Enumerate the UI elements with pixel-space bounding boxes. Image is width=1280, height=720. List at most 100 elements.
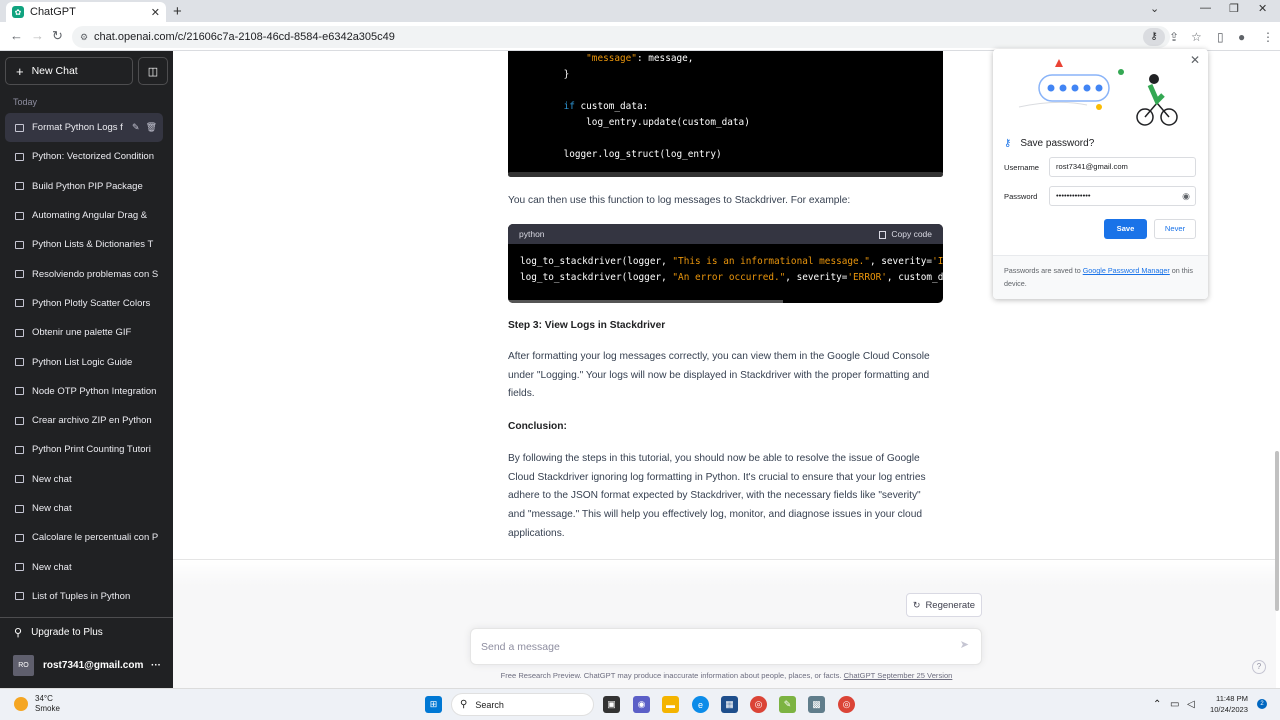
upgrade-to-plus-button[interactable]: ⚲ Upgrade to Plus	[0, 617, 173, 647]
code-horizontal-scrollbar[interactable]	[508, 172, 943, 177]
windows-start-icon[interactable]: ⊞	[425, 696, 442, 713]
chrome-icon[interactable]: ◎	[750, 696, 767, 713]
site-info-icon[interactable]: ⚙	[80, 26, 88, 48]
save-button[interactable]: Save	[1104, 219, 1147, 239]
disclaimer-text: Free Research Preview. ChatGPT may produ…	[500, 671, 844, 680]
maximize-button[interactable]: ❐	[1229, 2, 1239, 15]
sidebar-chat-item[interactable]: Resolviendo problemas con S	[5, 259, 163, 288]
sidebar-chat-item[interactable]: Python: Vectorized Condition	[5, 142, 163, 171]
notification-badge[interactable]: 2	[1257, 699, 1267, 709]
chat-bubble-icon	[15, 211, 24, 220]
sidebar-chat-label: Obtenir une palette GIF	[32, 327, 132, 339]
delete-icon[interactable]: 🗑	[146, 122, 157, 133]
send-icon[interactable]: ➤	[960, 638, 969, 651]
tab-search-icon[interactable]: ⌄	[1150, 2, 1159, 15]
disclaimer-footer: Free Research Preview. ChatGPT may produ…	[173, 671, 1280, 680]
chat-bubble-icon	[15, 416, 24, 425]
message-input[interactable]	[481, 637, 941, 657]
side-panel-icon[interactable]: ▯	[1217, 30, 1224, 44]
code-line: }	[541, 69, 570, 80]
window-close-button[interactable]: ✕	[1258, 2, 1267, 15]
new-tab-button[interactable]: +	[173, 3, 182, 20]
code-block-header: python Copy code	[508, 224, 943, 244]
password-key-icon[interactable]: ⚷	[1143, 28, 1165, 46]
sidebar-chat-item[interactable]: Python Lists & Dictionaries T	[5, 230, 163, 259]
sidebar-chat-item[interactable]: Build Python PIP Package	[5, 172, 163, 201]
sidebar-chat-item[interactable]: Calcolare le percentuali con P	[5, 523, 163, 552]
help-icon[interactable]: ?	[1252, 660, 1266, 674]
back-arrow-icon[interactable]: ←	[10, 28, 23, 43]
store-icon[interactable]: ▦	[721, 696, 738, 713]
chat-bubble-icon	[15, 182, 24, 191]
profile-icon[interactable]: ●	[1238, 30, 1245, 44]
chat-icon[interactable]: ◉	[633, 696, 650, 713]
browser-toolbar: ← → ↻ ⚙ chat.openai.com/c/21606c7a-2108-…	[0, 22, 1280, 51]
password-manager-link[interactable]: Google Password Manager	[1083, 266, 1170, 275]
sidebar-chat-item[interactable]: New chat	[5, 552, 163, 581]
sidebar-chat-item[interactable]: New chat	[5, 494, 163, 523]
code-token: if	[563, 101, 575, 112]
never-button[interactable]: Never	[1154, 219, 1196, 239]
sidebar-chat-label: Format Python Logs f	[32, 122, 123, 134]
file-explorer-icon[interactable]: ▬	[662, 696, 679, 713]
sidebar-chat-item[interactable]: Format Python Logs f ✎ 🗑	[5, 113, 163, 143]
show-password-eye-icon[interactable]: ◉	[1182, 187, 1190, 205]
notepad-icon[interactable]: ✎	[779, 696, 796, 713]
clock-date: 10/24/2023	[1209, 705, 1248, 714]
sidebar-chat-item[interactable]: Python Plotly Scatter Colors	[5, 289, 163, 318]
sidebar-chat-item[interactable]: Crear archivo ZIP en Python	[5, 406, 163, 435]
version-link[interactable]: ChatGPT September 25 Version	[844, 671, 953, 680]
password-field[interactable]: ••••••••••••• ◉	[1049, 186, 1196, 206]
code-line: logger.log_struct(log_entry)	[541, 149, 722, 160]
volume-icon[interactable]: ◁	[1187, 699, 1195, 710]
app-icon[interactable]: ▩	[808, 696, 825, 713]
browser-tab[interactable]: ✿ ChatGPT ✕	[6, 2, 166, 22]
sidebar-chat-item[interactable]: List of Tuples in Python	[5, 582, 163, 611]
taskbar-search[interactable]: ⚲ Search	[451, 693, 594, 716]
dialog-title-text: Save password?	[1020, 138, 1095, 149]
footer-prefix: Passwords are saved to	[1004, 266, 1083, 275]
minimize-button[interactable]: —	[1200, 2, 1211, 14]
tab-close-icon[interactable]: ✕	[151, 6, 160, 19]
weather-sun-icon	[14, 697, 28, 711]
weather-widget[interactable]: 34°C Smoke	[14, 694, 60, 714]
close-icon[interactable]: ✕	[1190, 53, 1200, 67]
new-chat-button[interactable]: + New Chat	[5, 57, 133, 85]
username-field[interactable]: rost7341@gmail.com	[1049, 157, 1196, 177]
account-menu[interactable]: RO rost7341@gmail.com ···	[0, 651, 173, 679]
chrome-active-icon[interactable]: ◎	[838, 696, 855, 713]
tray-chevron-icon[interactable]: ⌃	[1153, 699, 1161, 710]
sidebar-chat-item[interactable]: Node OTP Python Integration	[5, 377, 163, 406]
edge-icon[interactable]: e	[692, 696, 709, 713]
sidebar-chat-item[interactable]: New chat	[5, 465, 163, 494]
edit-icon[interactable]: ✎	[132, 122, 140, 133]
sidebar-chat-item[interactable]: Python Print Counting Tutori	[5, 435, 163, 464]
dialog-title: ⚷ Save password?	[1004, 138, 1094, 149]
taskbar-clock[interactable]: 11:48 PM 10/24/2023	[1204, 693, 1248, 715]
address-bar[interactable]: ⚙ chat.openai.com/c/21606c7a-2108-46cd-8…	[72, 26, 1170, 48]
browser-menu-icon[interactable]: ⋮	[1262, 30, 1274, 44]
copy-code-button[interactable]: Copy code	[879, 229, 932, 239]
sidebar-chat-item[interactable]: Python List Logic Guide	[5, 347, 163, 376]
page-scrollbar[interactable]	[1275, 451, 1279, 611]
clock-time: 11:48 PM	[1216, 694, 1248, 703]
copy-code-label: Copy code	[891, 229, 932, 239]
code-horizontal-scrollbar[interactable]	[508, 300, 783, 303]
close-sidebar-button[interactable]: ◫	[138, 57, 168, 85]
code-token: : message,	[636, 53, 694, 64]
sidebar-chat-label: New chat	[32, 503, 72, 514]
network-icon[interactable]: ▭	[1170, 699, 1179, 710]
regenerate-button[interactable]: ↻ Regenerate	[906, 593, 982, 617]
task-view-icon[interactable]: ▣	[603, 696, 620, 713]
sidebar-chat-item[interactable]: Obtenir une palette GIF	[5, 318, 163, 347]
reload-icon[interactable]: ↻	[52, 28, 63, 44]
share-icon[interactable]: ⇪	[1169, 30, 1179, 44]
chat-bubble-icon	[15, 533, 24, 542]
password-value: •••••••••••••	[1056, 191, 1091, 200]
username-value: rost7341@gmail.com	[1056, 162, 1128, 171]
code-token: log_entry.update(custom_data)	[541, 117, 750, 128]
more-options-icon[interactable]: ···	[151, 660, 161, 671]
forward-arrow-icon[interactable]: →	[31, 28, 44, 43]
sidebar-chat-item[interactable]: Automating Angular Drag &	[5, 201, 163, 230]
bookmark-star-icon[interactable]: ☆	[1191, 30, 1202, 44]
